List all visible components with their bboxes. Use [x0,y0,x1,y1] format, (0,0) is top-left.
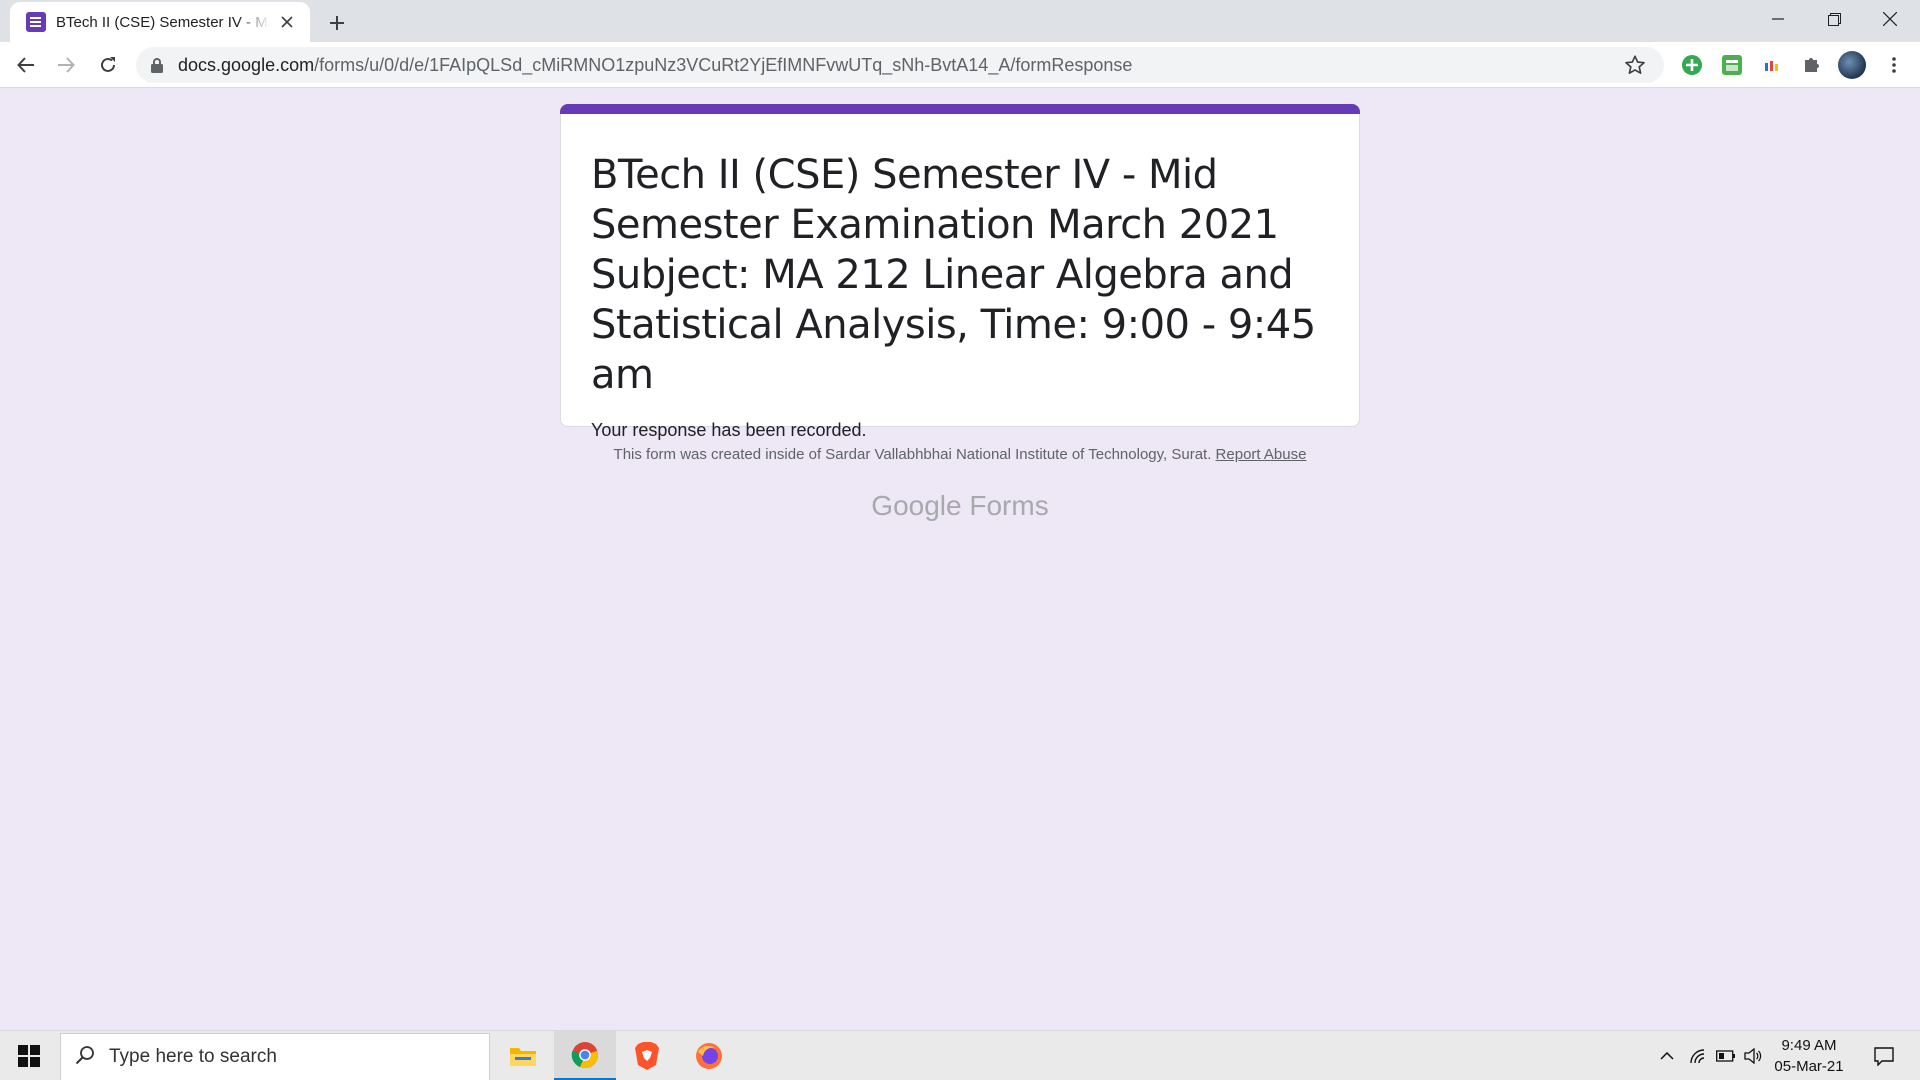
wifi-icon[interactable] [1684,1031,1712,1080]
forward-button[interactable] [50,49,82,81]
back-button[interactable] [10,49,42,81]
profile-avatar[interactable] [1838,51,1866,79]
windows-taskbar: Type here to search 9:49 AM 05-Mar-21 [0,1030,1920,1080]
address-bar[interactable]: docs.google.com/forms/u/0/d/e/1FAIpQLSd_… [136,47,1664,83]
form-header-card: BTech II (CSE) Semester IV - Mid Semeste… [560,114,1360,440]
brave-icon[interactable] [616,1031,678,1080]
colorful-extension-icon[interactable] [1758,51,1786,79]
new-tab-button[interactable] [322,8,352,38]
windows-start-button[interactable] [0,1031,58,1080]
file-explorer-icon[interactable] [492,1031,554,1080]
restore-button[interactable] [1806,0,1862,38]
confirmation-message: Your response has been recorded. [591,420,867,440]
chrome-icon[interactable] [554,1031,616,1080]
browser-tab[interactable]: BTech II (CSE) Semester IV - Mid Semeste… [10,2,310,42]
tab-strip: BTech II (CSE) Semester IV - Mid Semeste… [0,0,1920,42]
form-title-line: Statistical Analysis, Time: 9:00 - 9:45 … [591,302,1316,398]
notifications-icon[interactable] [1864,1031,1904,1080]
puzzle-extensions-icon[interactable] [1798,51,1826,79]
clock-time: 9:49 AM [1781,1037,1837,1054]
tab-title: BTech II (CSE) Semester IV - Mid Semeste… [56,13,270,31]
show-hidden-icons-chevron-icon[interactable] [1652,1031,1682,1080]
minimize-button[interactable] [1750,0,1806,38]
add-circle-extension-icon[interactable] [1678,51,1706,79]
footer-text: This form was created inside of Sardar V… [613,446,1212,463]
battery-icon[interactable] [1712,1031,1740,1080]
close-window-button[interactable] [1862,0,1918,38]
green-extension-icon[interactable] [1718,51,1746,79]
form-title-line: BTech II (CSE) Semester IV - Mid [591,152,1218,198]
clock-date: 05-Mar-21 [1774,1058,1844,1075]
google-forms-logo[interactable]: Google Forms [560,490,1360,522]
browser-toolbar: docs.google.com/forms/u/0/d/e/1FAIpQLSd_… [0,42,1920,88]
lock-icon[interactable] [150,57,164,73]
reload-button[interactable] [92,49,124,81]
form-title: BTech II (CSE) Semester IV - Mid Semeste… [591,150,1329,400]
google-forms-icon [26,12,46,32]
search-icon [75,1045,95,1070]
taskbar-search-box[interactable]: Type here to search [60,1033,490,1080]
menu-kebab-icon[interactable] [1880,51,1908,79]
firefox-icon[interactable] [678,1031,740,1080]
form-title-line: Subject: MA 212 Linear Algebra and [591,252,1294,298]
form-title-line: Semester Examination March 2021 [591,202,1279,248]
search-placeholder: Type here to search [109,1046,277,1067]
brand-forms: Forms [969,490,1049,521]
brand-google: Google [871,490,962,521]
form-footer: This form was created inside of Sardar V… [560,446,1360,463]
taskbar-clock[interactable]: 9:49 AM 05-Mar-21 [1764,1035,1854,1077]
url-path: /forms/u/0/d/e/1FAIpQLSd_cMiRMNO1zpuNz3V… [314,54,1133,75]
url-text: docs.google.com/forms/u/0/d/e/1FAIpQLSd_… [178,55,1132,76]
close-tab-icon[interactable] [276,11,298,33]
bookmark-star-icon[interactable] [1624,54,1646,76]
volume-icon[interactable] [1740,1031,1766,1080]
url-host: docs.google.com [178,54,315,75]
report-abuse-link[interactable]: Report Abuse [1216,446,1307,463]
